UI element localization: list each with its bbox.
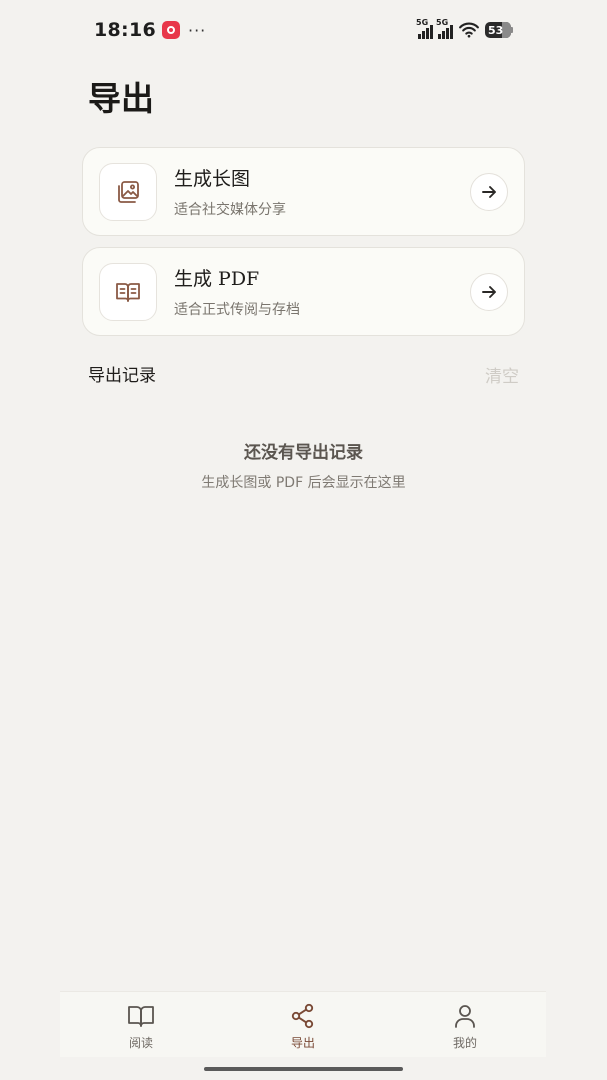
export-records-title: 导出记录	[88, 366, 156, 386]
tab-label: 导出	[290, 1036, 315, 1050]
tab-label: 阅读	[128, 1036, 153, 1050]
network-type-label: 5G	[416, 18, 429, 27]
card-icon-container	[99, 262, 157, 321]
status-left: 18:16 ···	[94, 19, 206, 41]
page-title: 导出	[88, 79, 154, 118]
tab-read[interactable]: 阅读	[60, 992, 222, 1057]
card-icon-container	[99, 162, 157, 221]
screen: 18:16 ··· 5G 5G 53 导出 生成长图 适合社交媒体分享 生成 P…	[0, 0, 607, 1080]
card-text: 生成 PDF 适合正式传阅与存档	[174, 264, 470, 319]
status-more-icon: ···	[187, 20, 207, 40]
empty-state-subtitle: 生成长图或 PDF 后会显示在这里	[201, 475, 406, 491]
share-icon	[291, 1003, 314, 1029]
cellular-signal-icon: 5G	[416, 18, 433, 39]
status-time: 18:16	[94, 19, 156, 41]
clear-button[interactable]: 清空	[485, 362, 519, 387]
cellular-signal-icon-2: 5G	[436, 18, 453, 39]
generate-long-image-card[interactable]: 生成长图 适合社交媒体分享	[82, 147, 525, 236]
home-indicator[interactable]	[204, 1067, 403, 1071]
tab-me[interactable]: 我的	[384, 992, 546, 1057]
generate-pdf-card[interactable]: 生成 PDF 适合正式传阅与存档	[82, 247, 525, 336]
battery-icon: 53	[485, 22, 513, 38]
arrow-right-button[interactable]	[470, 172, 508, 211]
open-book-icon	[116, 282, 140, 302]
status-right: 5G 5G 53	[416, 18, 513, 39]
person-icon	[455, 1005, 475, 1028]
card-title: 生成 PDF	[174, 268, 260, 290]
book-icon	[128, 1006, 154, 1027]
arrow-right-button[interactable]	[470, 272, 508, 311]
status-bar: 18:16 ··· 5G 5G 53	[94, 16, 513, 44]
card-text: 生成长图 适合社交媒体分享	[174, 164, 470, 219]
battery-level: 53	[488, 23, 504, 37]
tab-export[interactable]: 导出	[222, 992, 384, 1057]
card-title: 生成长图	[174, 168, 251, 190]
wifi-icon	[459, 22, 479, 38]
notification-app-icon	[161, 21, 180, 39]
image-gallery-icon	[118, 180, 139, 203]
network-type-label-2: 5G	[436, 18, 449, 27]
tab-label: 我的	[452, 1036, 477, 1050]
empty-state-title: 还没有导出记录	[244, 443, 363, 463]
card-subtitle: 适合正式传阅与存档	[174, 302, 300, 318]
bottom-tab-bar: 阅读 导出 我的	[60, 991, 546, 1057]
card-subtitle: 适合社交媒体分享	[174, 202, 286, 218]
arrow-right-icon	[482, 185, 496, 198]
arrow-right-icon	[482, 285, 496, 298]
